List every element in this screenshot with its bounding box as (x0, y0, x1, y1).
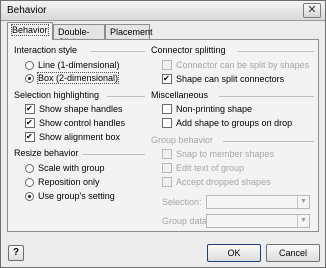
checkbox[interactable] (162, 74, 172, 84)
help-icon[interactable]: ? (8, 245, 24, 261)
checkbox[interactable] (25, 132, 35, 142)
ok-button[interactable]: OK (207, 244, 261, 262)
radio-label: Reposition only (38, 177, 100, 187)
tab-behavior[interactable]: Behavior (7, 22, 53, 40)
selection-highlighting-heading: Selection highlighting (14, 90, 100, 100)
miscellaneous-heading: Miscellaneous (151, 90, 209, 100)
interaction-style-heading: Interaction style (14, 45, 78, 55)
close-icon[interactable]: ✕ (303, 3, 321, 18)
radio-box-2d[interactable]: Box (2-dimensional) (25, 72, 120, 84)
checkbox-add-shape-to-groups[interactable]: Add shape to groups on drop (162, 117, 292, 129)
radio-scale-with-group[interactable]: Scale with group (25, 162, 105, 174)
tab-double-click[interactable]: Double-Click (53, 24, 105, 47)
radio-button[interactable] (25, 73, 34, 83)
radio-label: Use group's setting (38, 191, 115, 201)
group-data-label: Group data: (162, 216, 210, 226)
checkbox-shape-can-split-connectors[interactable]: Shape can split connectors (162, 73, 284, 85)
checkbox-show-shape-handles[interactable]: Show shape handles (25, 103, 123, 115)
radio-reposition-only[interactable]: Reposition only (25, 176, 100, 188)
selection-label: Selection: (162, 197, 202, 207)
dropdown-arrow-icon[interactable]: ▼ (297, 215, 309, 227)
divider (90, 51, 145, 52)
connector-splitting-heading: Connector splitting (151, 45, 226, 55)
radio-button[interactable] (25, 177, 34, 187)
checkbox[interactable] (162, 177, 172, 187)
checkbox-label: Snap to member shapes (176, 149, 275, 159)
tab-behavior-label: Behavior (11, 24, 49, 36)
checkbox[interactable] (162, 60, 172, 70)
radio-use-groups-setting[interactable]: Use group's setting (25, 190, 115, 202)
radio-label: Box (2-dimensional) (36, 72, 120, 84)
checkbox-non-printing-shape[interactable]: Non-printing shape (162, 103, 252, 115)
checkbox[interactable] (162, 118, 172, 128)
radio-button[interactable] (25, 191, 34, 201)
checkbox-label: Show control handles (39, 118, 126, 128)
title-bar: Behavior ✕ (1, 1, 325, 21)
behavior-tab-panel: Interaction style Line (1-dimensional) B… (7, 39, 319, 232)
divider (107, 96, 145, 97)
radio-label: Line (1-dimensional) (38, 60, 120, 70)
checkbox-connector-can-be-split[interactable]: Connector can be split by shapes (162, 59, 309, 71)
window-title: Behavior (7, 5, 47, 16)
checkbox-label: Accept dropped shapes (176, 177, 271, 187)
cancel-button[interactable]: Cancel (266, 244, 320, 262)
tab-placement[interactable]: Placement (105, 24, 153, 39)
checkbox-label: Edit text of group (176, 163, 245, 173)
checkbox-label: Connector can be split by shapes (176, 60, 310, 70)
checkbox-label: Show alignment box (39, 132, 121, 142)
checkbox-edit-text-of-group[interactable]: Edit text of group (162, 162, 244, 174)
checkbox[interactable] (25, 104, 35, 114)
checkbox[interactable] (25, 118, 35, 128)
divider (83, 154, 145, 155)
selection-dropdown[interactable]: ▼ (206, 195, 310, 209)
checkbox-snap-to-member-shapes[interactable]: Snap to member shapes (162, 148, 274, 160)
checkbox-label: Add shape to groups on drop (176, 118, 293, 128)
checkbox[interactable] (162, 104, 172, 114)
resize-behavior-heading: Resize behavior (14, 148, 79, 158)
checkbox-label: Show shape handles (39, 104, 123, 114)
divider (219, 96, 314, 97)
checkbox-accept-dropped-shapes[interactable]: Accept dropped shapes (162, 176, 271, 188)
checkbox[interactable] (162, 149, 172, 159)
radio-label: Scale with group (38, 163, 105, 173)
radio-line-1d[interactable]: Line (1-dimensional) (25, 59, 120, 71)
divider (223, 141, 314, 142)
checkbox-label: Shape can split connectors (176, 74, 285, 84)
group-behavior-heading: Group behavior (151, 135, 214, 145)
group-data-dropdown[interactable]: ▼ (206, 214, 310, 228)
checkbox-show-alignment-box[interactable]: Show alignment box (25, 131, 120, 143)
dropdown-arrow-icon[interactable]: ▼ (297, 196, 309, 208)
radio-button[interactable] (25, 163, 34, 173)
checkbox[interactable] (162, 163, 172, 173)
checkbox-label: Non-printing shape (176, 104, 253, 114)
behavior-dialog: Behavior ✕ Behavior Double-Click Placeme… (0, 0, 326, 268)
checkbox-show-control-handles[interactable]: Show control handles (25, 117, 125, 129)
divider (238, 51, 314, 52)
radio-button[interactable] (25, 60, 34, 70)
